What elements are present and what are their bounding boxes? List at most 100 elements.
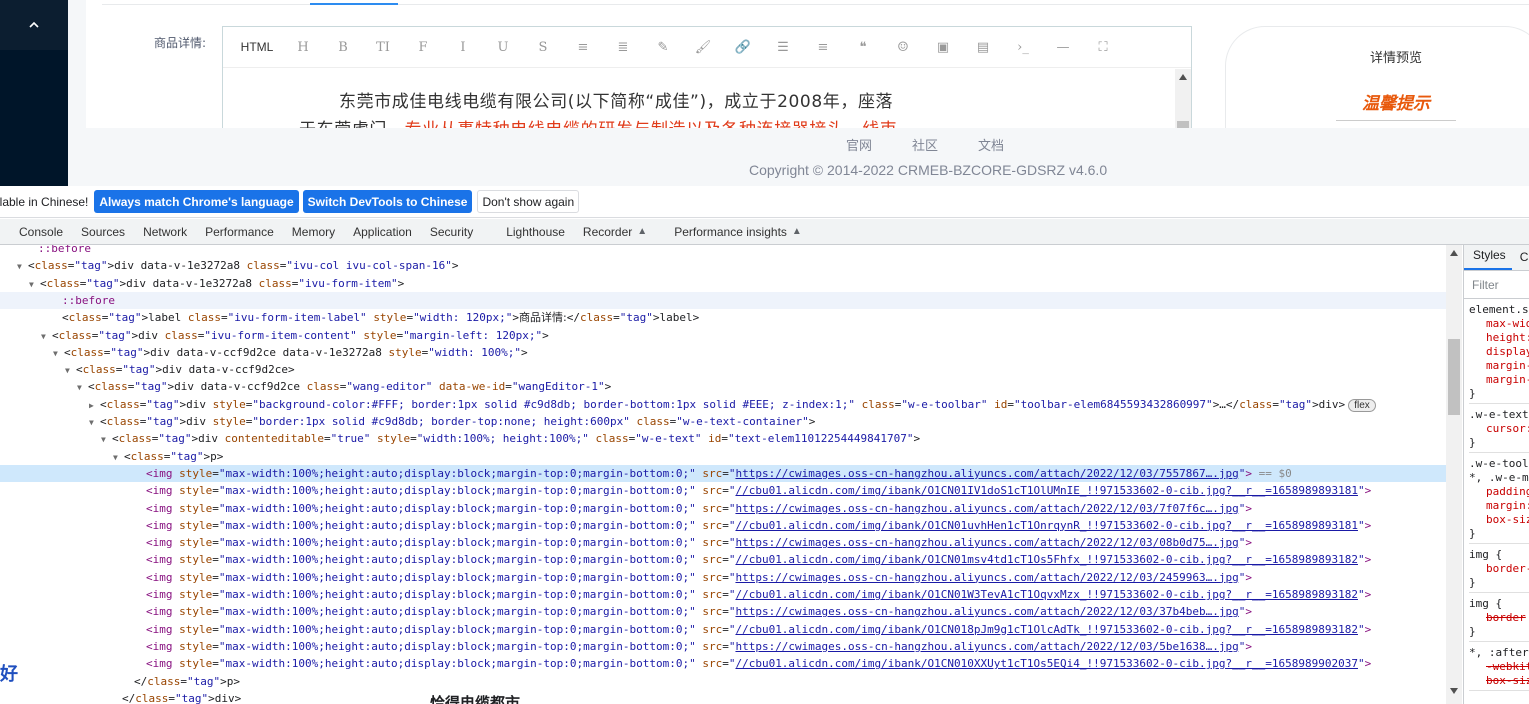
link-icon[interactable]: 🔗 <box>723 27 763 67</box>
image-icon[interactable]: ▣ <box>923 27 963 67</box>
list-icon[interactable]: ☰ <box>763 27 803 67</box>
tab-recorder[interactable]: Recorder ▲ <box>574 219 665 245</box>
scroll-up-arrow-icon[interactable] <box>1179 74 1187 80</box>
dom-node-editor-inner[interactable]: ▼ <class="tag">div data-v-ccf9d2ce> <box>0 361 1446 378</box>
tab-console[interactable]: Console <box>0 219 72 245</box>
back-color-icon[interactable]: 🖌 <box>683 27 723 67</box>
editor-scrollbar[interactable] <box>1175 69 1191 128</box>
scroll-thumb[interactable] <box>1448 339 1460 415</box>
tab-performance[interactable]: Performance <box>196 219 283 245</box>
switch-devtools-chinese-button[interactable]: Switch DevTools to Chinese <box>302 190 473 213</box>
dom-node-div-close[interactable]: </class="tag">div> <box>0 690 1446 704</box>
editor-content[interactable]: 东莞市成佳电线电缆有限公司(以下简称“成佳”)，成立于2008年，座落 于东莞虎… <box>223 69 1175 128</box>
tab-application[interactable]: Application <box>344 219 421 245</box>
expanded-triangle-icon[interactable]: ▼ <box>65 362 76 378</box>
dom-node-img[interactable]: <img style="max-width:100%;height:auto;d… <box>0 638 1446 655</box>
dom-node-editor-wrapper[interactable]: ▼ <class="tag">div data-v-ccf9d2ce data-v… <box>0 344 1446 361</box>
indent-icon[interactable]: ≡ <box>563 27 603 67</box>
html-mode-button[interactable]: HTML <box>231 27 283 67</box>
expanded-triangle-icon[interactable]: ▼ <box>101 431 112 447</box>
style-property[interactable]: box-siz <box>1469 513 1529 527</box>
dom-node-form-item[interactable]: ▼ <class="tag">div data-v-1e3272a8 class=… <box>0 275 1446 292</box>
dom-node-form-item-content[interactable]: ▼ <class="tag">div class="ivu-form-item-c… <box>0 327 1446 344</box>
style-property[interactable]: margin- <box>1469 373 1529 387</box>
underline-icon[interactable]: U <box>483 27 523 67</box>
dom-node-text-editable[interactable]: ▼ <class="tag">div contenteditable="true"… <box>0 430 1446 447</box>
dom-node-img[interactable]: <img style="max-width:100%;height:auto;d… <box>0 655 1446 672</box>
style-property[interactable]: border- <box>1469 562 1529 576</box>
footer-link-community[interactable]: 社区 <box>912 135 938 154</box>
always-match-language-button[interactable]: Always match Chrome's language <box>94 190 299 213</box>
dom-node-img[interactable]: <img style="max-width:100%;height:auto;d… <box>0 586 1446 603</box>
dom-node-text-container[interactable]: ▼ <class="tag">div style="border:1px soli… <box>0 413 1446 430</box>
tab-performance-insights[interactable]: Performance insights ▲ <box>665 219 811 245</box>
styles-filter-input[interactable]: Filter <box>1464 271 1529 299</box>
tab-lighthouse[interactable]: Lighthouse <box>497 219 574 245</box>
fullscreen-icon[interactable]: ⛶ <box>1083 27 1123 67</box>
expanded-triangle-icon[interactable]: ▼ <box>53 345 64 361</box>
style-property[interactable]: margin: <box>1469 499 1529 513</box>
emoticon-icon[interactable]: ☺ <box>883 27 923 67</box>
style-rule[interactable]: .w-e-tool *, .w-e-me padding margin: box-siz… <box>1469 453 1529 544</box>
scroll-up-arrow-icon[interactable] <box>1450 250 1458 256</box>
tab-memory[interactable]: Memory <box>283 219 344 245</box>
dom-node-img[interactable]: <img style="max-width:100%;height:auto;d… <box>0 551 1446 568</box>
style-property[interactable]: padding <box>1469 485 1529 499</box>
dom-node-label[interactable]: <class="tag">label class="ivu-form-item-… <box>0 309 1446 326</box>
nav-collapse-button[interactable] <box>0 0 68 50</box>
style-rule[interactable]: img {border-} <box>1469 544 1529 593</box>
footer-link-official[interactable]: 官网 <box>846 135 872 154</box>
dom-node-img[interactable]: <img style="max-width:100%;height:auto;d… <box>0 621 1446 638</box>
flex-badge[interactable]: flex <box>1348 398 1376 412</box>
style-rule[interactable]: *, :after -webkit box-siz <box>1469 642 1529 691</box>
tab-computed[interactable]: C <box>1512 250 1529 270</box>
fore-color-icon[interactable]: ✎ <box>643 27 683 67</box>
expanded-triangle-icon[interactable]: ▼ <box>113 449 124 465</box>
dom-node-paragraph-close[interactable]: </class="tag">p> <box>0 673 1446 690</box>
style-property[interactable]: margin- <box>1469 359 1529 373</box>
tab-sources[interactable]: Sources <box>72 219 134 245</box>
dom-pseudo-before[interactable]: ::before <box>0 291 1446 309</box>
style-property[interactable]: border <box>1469 611 1529 625</box>
tab-styles[interactable]: Styles <box>1464 248 1512 270</box>
dom-pseudo-before[interactable]: ::before <box>0 245 1446 257</box>
scroll-down-arrow-icon[interactable] <box>1450 688 1458 694</box>
dom-node-ivu-col[interactable]: ▼ <class="tag">div data-v-1e3272a8 class=… <box>0 257 1446 274</box>
italic-icon[interactable]: I <box>443 27 483 67</box>
collapsed-triangle-icon[interactable]: ▶ <box>89 397 100 413</box>
dom-node-img[interactable]: <img style="max-width:100%;height:auto;d… <box>0 517 1446 534</box>
dom-node-img[interactable]: <img style="max-width:100%;height:auto;d… <box>0 482 1446 499</box>
dom-node-paragraph[interactable]: ▼ <class="tag">p> <box>0 448 1446 465</box>
dom-node-img[interactable]: <img style="max-width:100%;height:auto;d… <box>0 534 1446 551</box>
font-name-icon[interactable]: F <box>403 27 443 67</box>
font-size-icon[interactable]: TI <box>363 27 403 67</box>
style-rule[interactable]: element.s max-wid height: display margin-mar… <box>1469 299 1529 404</box>
style-property[interactable]: display <box>1469 345 1529 359</box>
video-icon[interactable]: ▤ <box>963 27 1003 67</box>
dom-node-img[interactable]: <img style="max-width:100%;height:auto;d… <box>0 464 1446 482</box>
expanded-triangle-icon[interactable]: ▼ <box>17 258 28 274</box>
bold-icon[interactable]: B <box>323 27 363 67</box>
divider-icon[interactable]: — <box>1043 27 1083 67</box>
dom-node-img[interactable]: <img style="max-width:100%;height:auto;d… <box>0 500 1446 517</box>
tab-security[interactable]: Security <box>421 219 497 245</box>
dom-node-img[interactable]: <img style="max-width:100%;height:auto;d… <box>0 603 1446 620</box>
style-property[interactable]: max-wid <box>1469 317 1529 331</box>
dom-node-img[interactable]: <img style="max-width:100%;height:auto;d… <box>0 569 1446 586</box>
style-property[interactable]: box-siz <box>1469 674 1529 688</box>
expanded-triangle-icon[interactable]: ▼ <box>41 328 52 344</box>
justify-icon[interactable]: ≡ <box>803 27 843 67</box>
line-height-icon[interactable]: ≣ <box>603 27 643 67</box>
dom-node-toolbar[interactable]: ▶ <class="tag">div style="background-colo… <box>0 396 1446 413</box>
strikethrough-icon[interactable]: S <box>523 27 563 67</box>
heading-icon[interactable]: H <box>283 27 323 67</box>
scroll-thumb[interactable] <box>1177 121 1189 128</box>
style-property[interactable]: height: <box>1469 331 1529 345</box>
code-icon[interactable]: ›_ <box>1003 27 1043 67</box>
footer-link-docs[interactable]: 文档 <box>978 135 1004 154</box>
style-rule[interactable]: .w-e-text cursor:} <box>1469 404 1529 453</box>
dont-show-again-button[interactable]: Don't show again <box>477 190 580 213</box>
expanded-triangle-icon[interactable]: ▼ <box>29 276 40 292</box>
style-rule[interactable]: img {border} <box>1469 593 1529 642</box>
quote-icon[interactable]: ❝ <box>843 27 883 67</box>
